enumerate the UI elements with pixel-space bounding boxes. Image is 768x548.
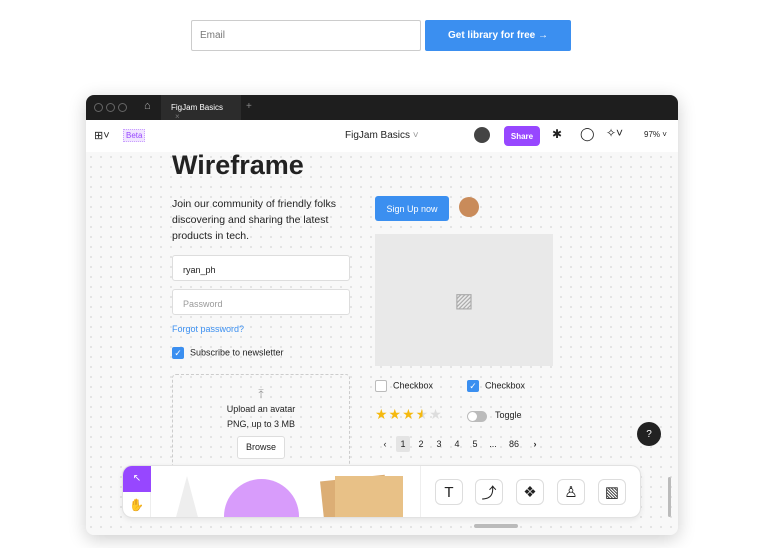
checkmark-icon: ✓: [172, 347, 184, 359]
canvas[interactable]: Wireframe Join our community of friendly…: [86, 150, 678, 535]
image-placeholder: ▨: [375, 234, 553, 366]
toggle-knob: [468, 412, 477, 421]
prev-page-icon[interactable]: ‹: [378, 436, 392, 452]
avatar[interactable]: [474, 127, 490, 143]
image-tool-icon[interactable]: ▧: [598, 479, 626, 505]
user-avatar: [459, 197, 479, 217]
subscribe-label: Subscribe to newsletter: [190, 347, 284, 358]
ai-sparkle-icon[interactable]: ✧˅: [606, 126, 623, 140]
email-input[interactable]: Email: [191, 20, 421, 51]
page-86[interactable]: 86: [504, 436, 524, 452]
page-4[interactable]: 4: [450, 436, 464, 452]
maximize-window-button[interactable]: [118, 103, 127, 112]
share-button[interactable]: Share: [504, 126, 540, 146]
file-name-menu[interactable]: FigJam Basics ˅: [345, 130, 419, 141]
toggle-label: Toggle: [495, 410, 522, 420]
password-input[interactable]: Password: [172, 289, 350, 315]
avatar-upload-dropzone[interactable]: ⤒ Upload an avatar PNG, up to 3 MB Brows…: [172, 374, 350, 474]
help-button[interactable]: ?: [637, 422, 661, 446]
sign-up-button[interactable]: Sign Up now: [375, 196, 449, 221]
image-icon: ▨: [454, 289, 474, 312]
upload-title: Upload an avatar: [226, 404, 296, 414]
toggle-switch[interactable]: [467, 411, 487, 422]
tab-figjam-basics[interactable]: FigJam Basics ×: [161, 95, 241, 121]
minimize-window-button[interactable]: [106, 103, 115, 112]
intro-text: Join our community of friendly folks dis…: [172, 198, 336, 242]
close-window-button[interactable]: [94, 103, 103, 112]
checkbox-label: Checkbox: [485, 380, 526, 391]
select-tool-icon[interactable]: ↖: [123, 466, 151, 492]
title-bar: ⌂ FigJam Basics × +: [86, 95, 678, 121]
tab-label: FigJam Basics: [171, 103, 224, 112]
checkbox-label: Checkbox: [393, 380, 434, 391]
page-2[interactable]: 2: [414, 436, 428, 452]
checkbox-box: [375, 380, 387, 392]
half-star-icon: ★: [415, 406, 430, 422]
pen-tool-icon[interactable]: [175, 476, 199, 517]
page-5[interactable]: 5: [468, 436, 482, 452]
next-page-icon[interactable]: ›: [528, 436, 542, 452]
stamp-tool-icon[interactable]: ♙: [557, 479, 585, 505]
checkbox-unchecked[interactable]: Checkbox: [375, 380, 433, 392]
hand-tool-icon[interactable]: ✋: [123, 492, 151, 517]
star-icon: ★★★: [375, 406, 416, 422]
zoom-level: 97%: [644, 130, 661, 139]
page-3[interactable]: 3: [432, 436, 446, 452]
subscribe-checkbox[interactable]: ✓ Subscribe to newsletter: [172, 347, 284, 359]
components-tool-icon[interactable]: ❖: [516, 479, 544, 505]
pagination: ‹ 1 2 3 4 5... 86 ›: [378, 436, 546, 452]
star-icon: ★: [429, 406, 443, 422]
file-name: FigJam Basics: [345, 130, 411, 141]
connector-tool-icon[interactable]: ⤴: [475, 479, 503, 505]
bug-icon[interactable]: ✱: [552, 127, 562, 141]
zoom-menu[interactable]: 97% ˅: [644, 130, 667, 139]
chevron-down-icon: ˅: [412, 130, 419, 141]
vertical-scrollbar[interactable]: [668, 477, 671, 517]
star-rating[interactable]: ★★★★★: [375, 406, 443, 423]
upload-icon: ⤒: [258, 387, 264, 401]
get-library-button[interactable]: Get library for free →: [425, 20, 571, 51]
comment-icon[interactable]: ◯: [580, 126, 595, 142]
shape-tool-icon[interactable]: [224, 479, 299, 517]
page-ellipsis: ...: [489, 439, 497, 449]
creation-toolbar: ↖ ✋ T ⤴ ❖ ♙ ▧: [122, 465, 641, 518]
figjam-window: ⌂ FigJam Basics × + ⊞˅ Beta FigJam Basic…: [86, 95, 678, 535]
page-1[interactable]: 1: [396, 436, 410, 452]
username-input[interactable]: ryan_ph: [172, 255, 350, 281]
upload-hint: PNG, up to 3 MB: [226, 419, 296, 429]
beta-badge: Beta: [123, 129, 146, 142]
text-tool-icon[interactable]: T: [435, 479, 463, 505]
toolbar: ⊞˅ Beta FigJam Basics ˅ Share ✱ ◯ ✧˅ 97%…: [86, 120, 678, 152]
horizontal-scrollbar[interactable]: [474, 524, 518, 528]
home-icon[interactable]: ⌂: [144, 100, 151, 112]
checkmark-icon: ✓: [467, 380, 479, 392]
wireframe-title: Wireframe: [172, 150, 304, 180]
main-menu-icon[interactable]: ⊞˅: [94, 129, 110, 142]
toolbar-divider: [420, 466, 421, 517]
new-tab-button[interactable]: +: [246, 101, 252, 112]
sticky-note-tool-icon[interactable]: [335, 476, 403, 517]
browse-button[interactable]: Browse: [236, 436, 285, 459]
checkbox-checked[interactable]: ✓ Checkbox: [467, 380, 525, 392]
forgot-password-link[interactable]: Forgot password?: [172, 324, 244, 334]
